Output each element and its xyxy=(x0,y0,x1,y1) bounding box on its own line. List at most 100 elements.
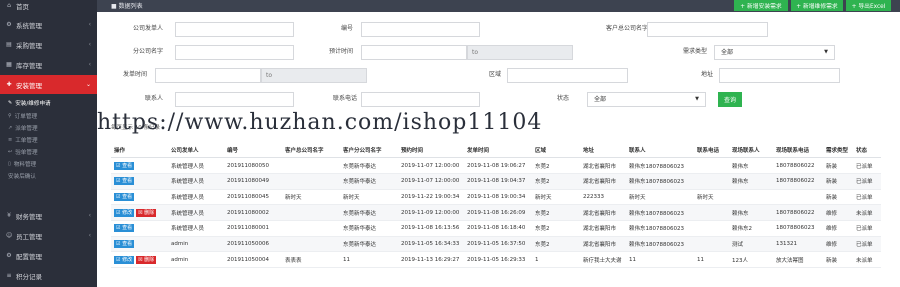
delete-button[interactable]: ☒ 删除 xyxy=(136,208,157,217)
table-cell: 18078806022 xyxy=(773,204,823,221)
label-order-time: 发单时间 xyxy=(122,71,147,78)
sidebar-item-label: 积分记录 xyxy=(16,272,42,281)
table-cell: 已派单 xyxy=(853,236,881,253)
table-cell: 201911080050 xyxy=(224,157,282,174)
sidebar-item-inventory[interactable]: ▦ 库存管理 ‹ xyxy=(0,55,97,74)
export-excel-button[interactable]: + 导出Excel xyxy=(846,0,891,11)
table-cell: 新时天 xyxy=(282,189,340,206)
view-button[interactable]: ☑ 查看 xyxy=(114,224,135,233)
table-cell: 东莞2 xyxy=(532,204,580,221)
table-cell: 201911050004 xyxy=(224,251,282,268)
order-time-end-input[interactable]: to xyxy=(261,68,367,83)
appointment-end-input[interactable]: to xyxy=(467,45,573,60)
edit-button[interactable]: ☑ 修改 xyxy=(114,208,135,217)
money-icon: ¥ xyxy=(7,212,11,219)
sidebar-item-purchase[interactable]: ▤ 采购管理 ‹ xyxy=(0,35,97,54)
table-cell: 维修 xyxy=(823,204,853,221)
view-button[interactable]: ☑ 查看 xyxy=(114,239,135,248)
table-cell: 未派单 xyxy=(853,204,881,221)
add-repair-button[interactable]: + 新增维修需求 xyxy=(791,0,843,11)
submenu-label: 物料管理 xyxy=(13,162,37,168)
sidebar-item-label: 库存管理 xyxy=(16,61,42,70)
submenu-workorder[interactable]: ≡ 工单管理 xyxy=(0,134,97,146)
table-cell: 222333 xyxy=(580,189,626,206)
view-button[interactable]: ☑ 查看 xyxy=(114,161,135,170)
order-time-start-input[interactable] xyxy=(155,68,261,83)
client-company-input[interactable] xyxy=(647,22,768,37)
requester-input[interactable] xyxy=(175,22,294,37)
add-install-button[interactable]: + 新增安装需求 xyxy=(734,0,788,11)
table-cell: 系统管理人员 xyxy=(168,220,224,237)
panel-title: ■ 数据列表 xyxy=(111,3,143,10)
address-input[interactable] xyxy=(719,68,840,83)
box-icon: ▦ xyxy=(6,61,12,68)
submenu-orders[interactable]: ⚲ 订单管理 xyxy=(0,110,97,122)
sidebar-item-staff[interactable]: ☺ 员工管理 ‹ xyxy=(0,226,97,245)
table-cell: 2019-11-08 16:13:56 xyxy=(398,220,464,237)
table-cell: admin xyxy=(168,251,224,268)
column-header: 操作 xyxy=(111,142,168,159)
submenu-dispatch[interactable]: ↗ 派单管理 xyxy=(0,122,97,134)
appointment-start-input[interactable] xyxy=(361,45,467,60)
sidebar-item-finance[interactable]: ¥ 财务管理 ‹ xyxy=(0,206,97,225)
submenu-verify[interactable]: ↩ 验单管理 xyxy=(0,146,97,158)
column-header: 预约时间 xyxy=(398,142,464,159)
search-icon: ⚲ xyxy=(8,113,12,119)
table-cell: 系统管理人员 xyxy=(168,204,224,221)
table-cell: 湖北省襄阳市 xyxy=(580,236,626,253)
settings-icon: ⚙ xyxy=(6,252,12,259)
table-cell: 新时天 xyxy=(340,189,398,206)
submenu-install-request[interactable]: ✎ 安装/维修申请 xyxy=(0,97,97,109)
table-cell: 新时天 xyxy=(694,189,729,206)
label-area: 区域 xyxy=(488,71,501,78)
sidebar-item-label: 安装管理 xyxy=(16,81,42,90)
column-header: 公司发单人 xyxy=(168,142,224,159)
phone-input[interactable] xyxy=(361,92,480,107)
list-icon: ≡ xyxy=(6,272,12,279)
sidebar-item-config[interactable]: ⚙ 配置管理 xyxy=(0,246,97,265)
table-row: ☑ 查看 系统管理人员 201911080050 东莞新华泰达 2019-11-07 1… xyxy=(111,157,881,174)
delete-button[interactable]: ☒ 删除 xyxy=(136,255,157,264)
table-cell: 已派单 xyxy=(853,189,881,206)
sidebar-item-install[interactable]: ✚ 安装管理 ⌄ xyxy=(0,75,97,94)
panel-header: ■ 数据列表 + 新增安装需求 + 新增维修需求 + 导出Excel xyxy=(97,0,900,12)
number-input[interactable] xyxy=(361,22,480,37)
area-input[interactable] xyxy=(507,68,628,83)
table-cell: 赖伟东 xyxy=(729,157,773,174)
column-header: 现场联系电话 xyxy=(773,142,823,159)
table-cell: 新时天 xyxy=(532,189,580,206)
table-cell: 11 xyxy=(626,251,694,268)
sidebar-item-points[interactable]: ≡ 积分记录 xyxy=(0,266,97,285)
table-cell: 赖伟东2 xyxy=(729,220,773,237)
status-select[interactable]: 全部 ▼ xyxy=(587,92,706,107)
contact-input[interactable] xyxy=(175,92,294,107)
label-number: 编号 xyxy=(340,25,353,32)
table-cell xyxy=(773,189,823,206)
column-header: 状态 xyxy=(853,142,881,159)
label-appointment: 预计时间 xyxy=(328,48,353,55)
submenu-label: 验单管理 xyxy=(15,150,38,156)
table-cell: 已派单 xyxy=(853,157,881,174)
column-header: 发单时间 xyxy=(464,142,532,159)
search-button[interactable]: 查询 xyxy=(718,92,742,107)
table-cell: 东莞2 xyxy=(532,220,580,237)
edit-button[interactable]: ☑ 修改 xyxy=(114,255,135,264)
view-button[interactable]: ☑ 查看 xyxy=(114,192,135,201)
view-button[interactable]: ☑ 查看 xyxy=(114,177,135,186)
submenu-materials[interactable]: ▯ 物料管理 xyxy=(0,158,97,170)
table-cell xyxy=(694,204,729,221)
submenu-confirm[interactable]: 安装后确认 xyxy=(0,170,97,182)
column-header: 现场联系人 xyxy=(729,142,773,159)
table-cell: 放大法幂图 xyxy=(773,251,823,268)
table-cell: 2019-11-08 19:06:27 xyxy=(464,157,532,174)
sidebar-item-home[interactable]: ⌂ 首页 xyxy=(0,0,97,15)
wrench-icon: ✚ xyxy=(6,81,12,88)
table-row: ☑ 查看 系统管理人员 201911080049 东莞新华泰达 2019-11-07 1… xyxy=(111,173,881,190)
branch-input[interactable] xyxy=(175,45,294,60)
table-row: ☑ 修改 ☒ 删除 admin 201911050004 表表表 11 2019-11-13… xyxy=(111,251,881,268)
sidebar-item-system[interactable]: ⚙ 系统管理 ‹ xyxy=(0,15,97,34)
demand-type-select[interactable]: 全部 ▼ xyxy=(714,45,835,60)
label-address: 地址 xyxy=(700,71,713,78)
table-cell: 18078806023 xyxy=(773,220,823,237)
table-cell: 新装 xyxy=(823,157,853,174)
